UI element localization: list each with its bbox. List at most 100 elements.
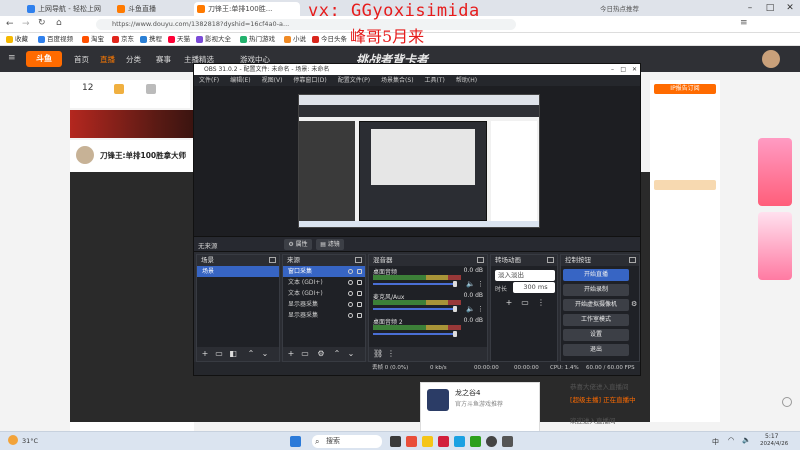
duration-input[interactable]: 300 ms (513, 282, 555, 293)
task-view-icon[interactable] (390, 436, 401, 447)
browser-tab[interactable]: 斗鱼直播 (114, 2, 194, 16)
app-icon[interactable] (502, 436, 513, 447)
minimize-icon[interactable]: – (740, 0, 760, 16)
clock-date[interactable]: 2024/4/26 (760, 441, 788, 447)
remove-icon[interactable]: ▭ (521, 299, 529, 307)
back-icon[interactable]: ← (6, 19, 14, 29)
app-icon[interactable] (438, 436, 449, 447)
bookmark-item[interactable]: 京东 (112, 35, 134, 44)
menu-file[interactable]: 文件(F) (199, 77, 219, 84)
lock-icon[interactable] (357, 269, 362, 274)
gift-icon[interactable] (114, 84, 124, 94)
start-recording-button[interactable]: 开始录制 (563, 284, 629, 296)
app-icon[interactable] (470, 436, 481, 447)
move-down-icon[interactable]: ⌄ (261, 350, 269, 358)
maximize-icon[interactable]: □ (760, 0, 780, 16)
taskbar-search[interactable]: ⌕ 搜索 (312, 435, 382, 448)
input-language[interactable]: 中 (712, 437, 719, 447)
move-up-icon[interactable]: ⌃ (333, 350, 341, 358)
source-item[interactable]: 显示器采集 (283, 299, 365, 310)
more-icon[interactable]: ⋮ (537, 299, 545, 307)
visibility-icon[interactable] (348, 269, 353, 274)
add-icon[interactable]: + (287, 350, 295, 358)
bookmark-item[interactable]: 天猫 (168, 35, 190, 44)
remove-icon[interactable]: ▭ (215, 350, 223, 358)
home-icon[interactable]: ⌂ (56, 18, 62, 28)
badge-icon[interactable] (146, 84, 156, 94)
menu-icon[interactable]: ≡ (740, 18, 748, 28)
event-ad-2[interactable] (758, 212, 792, 280)
visibility-icon[interactable] (348, 280, 353, 285)
speaker-icon[interactable]: 🔈 (466, 280, 475, 288)
bookmark-item[interactable]: 百度视频 (38, 35, 73, 44)
volume-slider[interactable] (373, 331, 457, 337)
nav-home[interactable]: 首页 (74, 54, 89, 65)
settings-button[interactable]: 设置 (563, 329, 629, 341)
volume-icon[interactable]: 🔈 (742, 436, 751, 444)
menu-tools[interactable]: 工具(T) (425, 77, 445, 84)
lock-icon[interactable] (357, 313, 362, 318)
move-up-icon[interactable]: ⌃ (247, 350, 255, 358)
event-ad-1[interactable] (758, 138, 792, 206)
speaker-icon[interactable]: 🔈 (466, 305, 475, 313)
scene-item[interactable]: 场景 (197, 266, 279, 277)
undock-icon[interactable] (355, 257, 362, 263)
more-icon[interactable]: ⋮ (477, 305, 484, 313)
source-item[interactable]: 文本 (GDI+) (283, 288, 365, 299)
filters-button[interactable]: ▤ 滤镜 (316, 239, 344, 250)
nav-live[interactable]: 直播 (100, 54, 115, 65)
gear-icon[interactable]: ⚙ (631, 300, 637, 308)
visibility-icon[interactable] (348, 313, 353, 318)
bookmark-item[interactable]: 携程 (140, 35, 162, 44)
menu-scene-collection[interactable]: 场景集合(S) (381, 77, 414, 84)
add-icon[interactable]: + (505, 299, 513, 307)
more-icon[interactable]: ⋮ (387, 350, 395, 358)
menu-help[interactable]: 帮助(H) (456, 77, 477, 84)
remove-icon[interactable]: ▭ (301, 350, 309, 358)
gear-icon[interactable]: ⚙ (317, 350, 325, 358)
bookmark-item[interactable]: 影视大全 (196, 35, 231, 44)
menu-profile[interactable]: 配置文件(P) (338, 77, 370, 84)
bookmark-item[interactable]: 收藏 (6, 35, 28, 44)
forward-icon[interactable]: → (22, 19, 30, 29)
game-ad-card[interactable]: 龙之谷4 官方斗鱼游戏推荐 (420, 382, 540, 432)
refresh-icon[interactable]: ↻ (38, 18, 46, 28)
source-item[interactable]: 文本 (GDI+) (283, 277, 365, 288)
undock-icon[interactable] (269, 257, 276, 263)
ip-report-button[interactable]: IP报告订阅 (654, 84, 716, 94)
folder-icon[interactable] (422, 436, 433, 447)
obs-preview[interactable] (194, 86, 640, 236)
undock-icon[interactable] (547, 257, 554, 263)
streamer-avatar[interactable] (76, 146, 94, 164)
nav-category[interactable]: 分类 (126, 54, 141, 65)
exit-button[interactable]: 退出 (563, 344, 629, 356)
menu-edit[interactable]: 编辑(E) (230, 77, 250, 84)
app-icon[interactable] (406, 436, 417, 447)
game-banner[interactable] (70, 110, 194, 138)
obs-maximize-icon[interactable]: □ (620, 64, 626, 75)
bookmark-item[interactable]: 热门游戏 (240, 35, 275, 44)
browser-tab-active[interactable]: 刀锋王:单排100胜... (194, 2, 300, 16)
visibility-icon[interactable] (348, 291, 353, 296)
transition-select[interactable]: 淡入淡出 (495, 270, 555, 281)
filter-icon[interactable]: ◧ (229, 350, 237, 358)
obs-close-icon[interactable]: ✕ (632, 64, 637, 75)
lock-icon[interactable] (357, 291, 362, 296)
close-icon[interactable]: ✕ (780, 0, 800, 16)
lock-icon[interactable] (357, 280, 362, 285)
menu-docks[interactable]: 停靠窗口(D) (293, 77, 326, 84)
hamburger-icon[interactable]: ≡ (8, 53, 16, 63)
app-icon[interactable] (454, 436, 465, 447)
wifi-icon[interactable]: ◠ (728, 436, 734, 444)
start-streaming-button[interactable]: 开始直播 (563, 269, 629, 281)
add-icon[interactable]: + (201, 350, 209, 358)
bookmark-item[interactable]: 今日头条 (312, 35, 347, 44)
menu-view[interactable]: 视图(V) (262, 77, 283, 84)
undock-icon[interactable] (477, 257, 484, 263)
share-icon[interactable] (782, 397, 792, 407)
volume-slider[interactable] (373, 306, 457, 312)
undock-icon[interactable] (629, 257, 636, 263)
move-down-icon[interactable]: ⌄ (347, 350, 355, 358)
clock-time[interactable]: 5:17 (765, 433, 778, 440)
obs-app-icon[interactable] (486, 436, 497, 447)
